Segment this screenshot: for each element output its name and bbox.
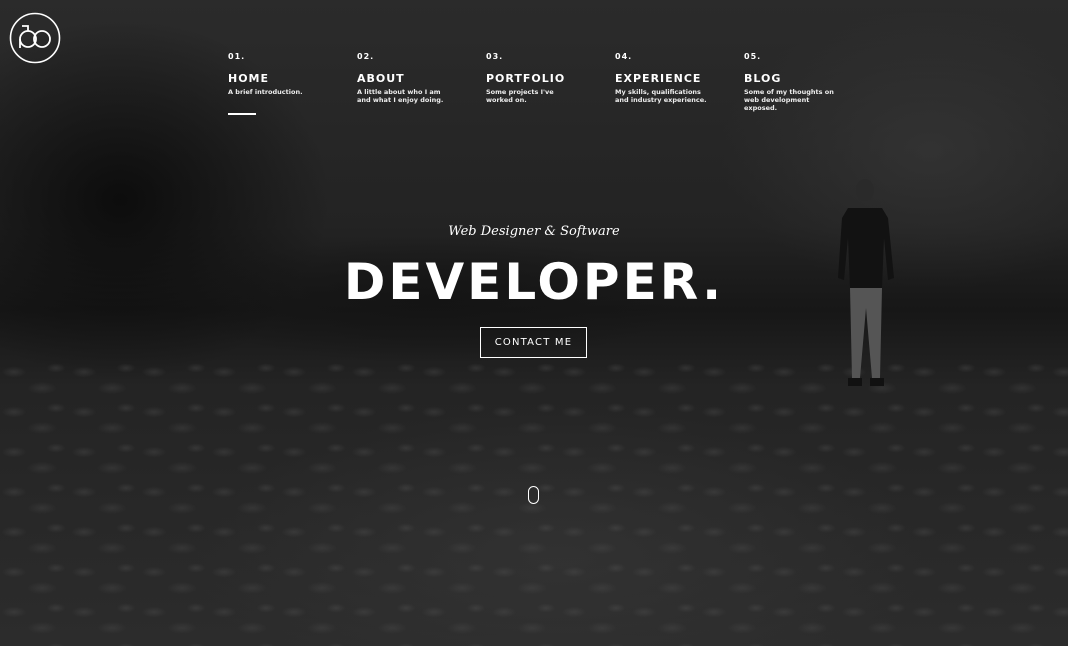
contact-me-label: CONTACT ME: [494, 337, 573, 348]
nav-description: A brief introduction.: [228, 88, 303, 96]
nav-number: 05.: [744, 52, 762, 61]
nav-item-blog[interactable]: 05. BLOG Some of my thoughts on web deve…: [744, 52, 854, 112]
contact-me-button[interactable]: CONTACT ME: [480, 327, 587, 358]
nav-number: 02.: [357, 52, 375, 61]
nav-number: 01.: [228, 52, 246, 61]
nav-title: HOME: [228, 72, 270, 85]
hero-tagline: Web Designer & Software: [448, 224, 620, 239]
active-nav-underline: [228, 113, 256, 115]
nav-description: A little about who I am and what I enjoy…: [357, 88, 444, 104]
nav-number: 03.: [486, 52, 504, 61]
nav-title: PORTFOLIO: [486, 72, 566, 85]
nav-description: Some projects I've worked on.: [486, 88, 554, 104]
logo-icon[interactable]: [9, 12, 61, 64]
nav-description: My skills, qualifications and industry e…: [615, 88, 707, 104]
main-nav: 01. HOME A brief introduction. 02. ABOUT…: [228, 52, 848, 122]
nav-item-portfolio[interactable]: 03. PORTFOLIO Some projects I've worked …: [486, 52, 596, 104]
nav-item-about[interactable]: 02. ABOUT A little about who I am and wh…: [357, 52, 467, 104]
nav-item-home[interactable]: 01. HOME A brief introduction.: [228, 52, 338, 115]
nav-number: 04.: [615, 52, 633, 61]
nav-item-experience[interactable]: 04. EXPERIENCE My skills, qualifications…: [615, 52, 725, 104]
nav-title: ABOUT: [357, 72, 405, 85]
hero-headline: DEVELOPER.: [343, 253, 725, 311]
scroll-mouse-icon[interactable]: [528, 486, 539, 504]
nav-title: EXPERIENCE: [615, 72, 702, 85]
nav-description: Some of my thoughts on web development e…: [744, 88, 834, 112]
nav-title: BLOG: [744, 72, 782, 85]
